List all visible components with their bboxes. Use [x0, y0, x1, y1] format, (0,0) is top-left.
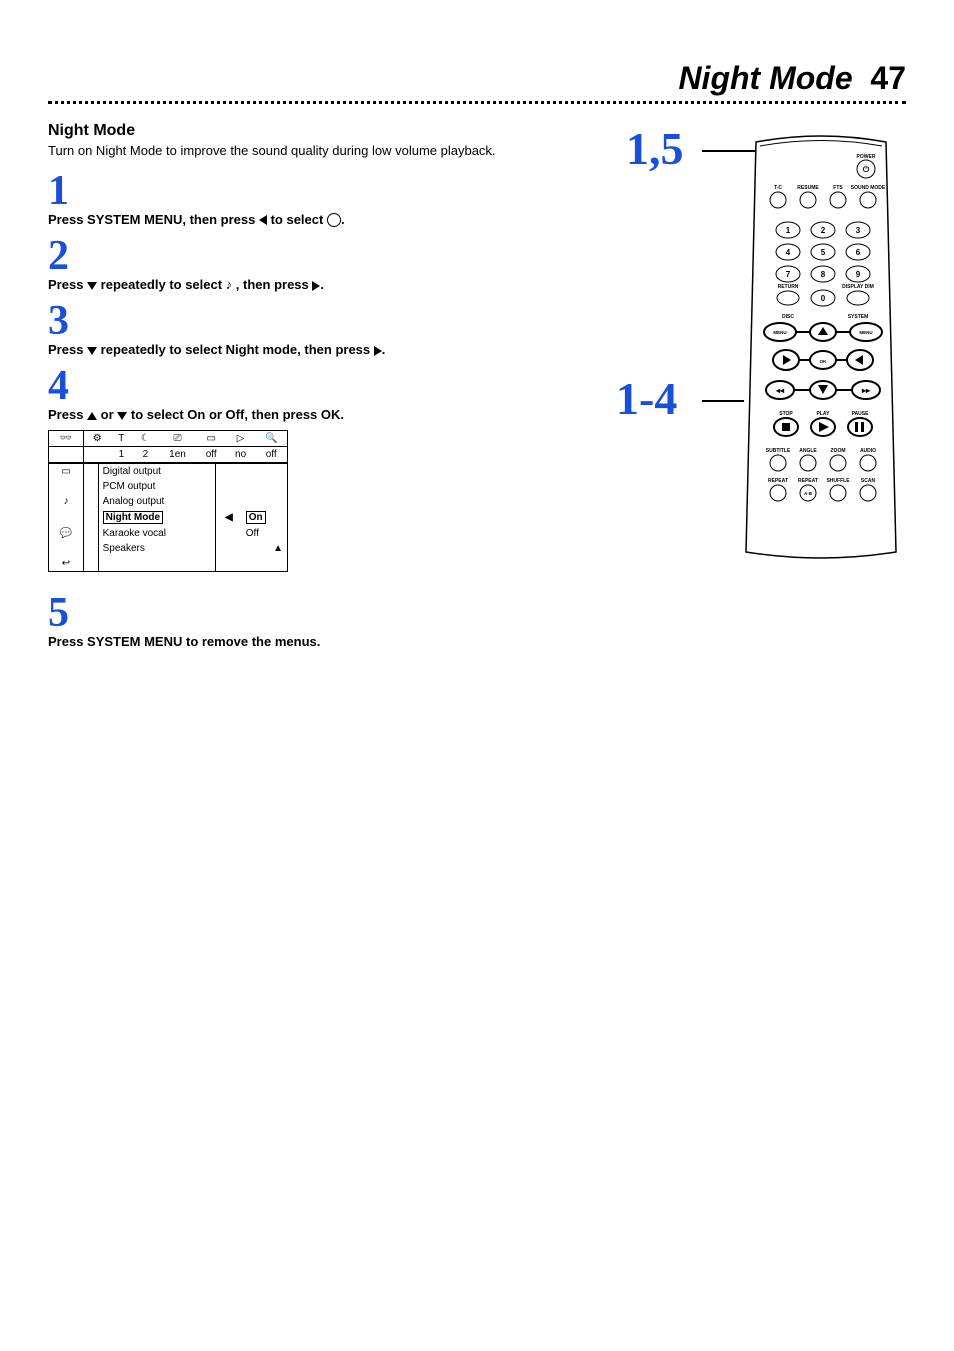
svg-text:2: 2: [821, 226, 826, 235]
step-2-number: 2: [48, 235, 586, 277]
svg-text:9: 9: [856, 270, 861, 279]
osd-opt-on: On: [246, 511, 266, 524]
svg-text:5: 5: [821, 248, 826, 257]
osd-body: ▭Digital output PCM output ♪Analog outpu…: [49, 463, 287, 571]
remote-stop-label: STOP: [779, 411, 793, 417]
right-arrow-icon: [374, 346, 382, 356]
down-arrow-icon: [87, 282, 97, 290]
remote-control-illustration: POWER ⏻ T-C RESUME FTS SOUND MODE 1 2 3: [736, 132, 906, 562]
step-4-pre: Press: [48, 407, 87, 422]
step-2-pre: Press: [48, 277, 87, 292]
step-5-number: 5: [48, 592, 586, 634]
osd-row-nightmode: Night Mode: [103, 511, 163, 524]
step-4-post: to select On or Off, then press OK.: [131, 407, 344, 422]
down-arrow-icon: [117, 412, 127, 420]
svg-text:1: 1: [786, 226, 791, 235]
remote-tc-label: T-C: [774, 185, 782, 191]
osd-top-row: 👓 ⚙T☾⎚▭▷🔍 1 2 1en off no off: [49, 431, 287, 463]
remote-disc-label: DISC: [782, 314, 794, 320]
remote-repeat-ab-label: REPEAT: [798, 478, 818, 484]
step-1-post: to select: [271, 212, 327, 227]
svg-text:MENU: MENU: [859, 330, 872, 335]
svg-text:⏻: ⏻: [863, 165, 870, 174]
up-arrow-icon: [87, 412, 97, 420]
osd-val-2: 2: [132, 447, 158, 463]
step-1-number: 1: [48, 170, 586, 212]
step-4-mid: or: [101, 407, 118, 422]
gear-icon: [327, 213, 341, 227]
remote-resume-label: RESUME: [797, 185, 819, 191]
step-2-post: , then press: [236, 277, 313, 292]
left-arrow-icon: [259, 215, 267, 225]
remote-pause-label: PAUSE: [852, 411, 870, 417]
svg-text:▸▸: ▸▸: [861, 386, 871, 395]
osd-row-analog: Analog output: [98, 494, 215, 509]
step-1-text: Press SYSTEM MENU, then press to select …: [48, 212, 586, 228]
section-heading: Night Mode: [48, 122, 586, 140]
svg-text:8: 8: [821, 270, 826, 279]
remote-system-label: SYSTEM: [848, 314, 869, 320]
step-5-text: Press SYSTEM MENU to remove the menus.: [48, 634, 586, 649]
svg-text:0: 0: [821, 294, 826, 303]
page-number: 47: [870, 60, 906, 96]
step-3-number: 3: [48, 300, 586, 342]
osd-val-5: no: [226, 447, 256, 463]
remote-zoom-label: ZOOM: [831, 448, 846, 454]
remote-shuffle-label: SHUFFLE: [826, 478, 850, 484]
osd-val-4: off: [197, 447, 226, 463]
note-icon: ♪: [226, 277, 233, 292]
osd-val-3: 1en: [158, 447, 196, 463]
osd-row-digital: Digital output: [98, 464, 215, 480]
svg-text:6: 6: [856, 248, 861, 257]
down-arrow-icon: [87, 347, 97, 355]
step-2-mid: repeatedly to select: [101, 277, 226, 292]
header-title: Night Mode: [678, 60, 852, 96]
remote-repeat-label: REPEAT: [768, 478, 788, 484]
step-3-text: Press repeatedly to select Night mode, t…: [48, 342, 586, 357]
page-header: Night Mode 47: [48, 60, 906, 97]
remote-audio-label: AUDIO: [860, 448, 876, 454]
callout-1-5: 1,5: [626, 122, 684, 175]
remote-soundmode-label: SOUND MODE: [851, 185, 886, 191]
step-4-text: Press or to select On or Off, then press…: [48, 407, 586, 422]
osd-val-1: 1: [110, 447, 132, 463]
step-3-mid: repeatedly to select Night mode, then pr…: [101, 342, 374, 357]
osd-val-6: off: [255, 447, 287, 463]
callout-1-4: 1-4: [616, 372, 677, 425]
remote-power-label: POWER: [857, 154, 876, 160]
remote-fts-label: FTS: [833, 185, 843, 191]
svg-text:DISPLAY DIM: DISPLAY DIM: [842, 284, 874, 290]
svg-text:7: 7: [786, 270, 791, 279]
step-2-text: Press repeatedly to select ♪ , then pres…: [48, 277, 586, 292]
remote-play-label: PLAY: [817, 411, 831, 417]
osd-opt-off: Off: [242, 526, 287, 541]
remote-subtitle-label: SUBTITLE: [766, 448, 791, 454]
svg-text:A-B: A-B: [804, 491, 813, 496]
remote-angle-label: ANGLE: [799, 448, 817, 454]
svg-text:RETURN: RETURN: [778, 284, 799, 290]
remote-scan-label: SCAN: [861, 478, 876, 484]
step-4-number: 4: [48, 365, 586, 407]
right-arrow-icon: [312, 281, 320, 291]
osd-row-speakers: Speakers: [98, 541, 215, 556]
svg-text:3: 3: [856, 226, 861, 235]
main-column: Night Mode Turn on Night Mode to improve…: [48, 122, 606, 655]
svg-text:MENU: MENU: [773, 330, 786, 335]
osd-row-karaoke: Karaoke vocal: [98, 526, 215, 541]
divider-dotted: [48, 101, 906, 104]
osd-row-pcm: PCM output: [98, 479, 215, 494]
svg-text:◂◂: ◂◂: [775, 386, 785, 395]
svg-text:4: 4: [786, 248, 791, 257]
step-1-pre: Press SYSTEM MENU, then press: [48, 212, 259, 227]
svg-text:OK: OK: [820, 359, 828, 364]
step-3-pre: Press: [48, 342, 87, 357]
section-intro: Turn on Night Mode to improve the sound …: [48, 142, 586, 160]
osd-panel: 👓 ⚙T☾⎚▭▷🔍 1 2 1en off no off: [48, 430, 288, 572]
